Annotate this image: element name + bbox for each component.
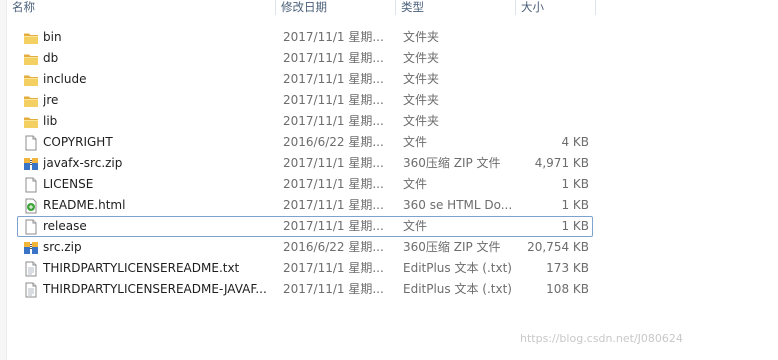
file-size: 173 KB (546, 261, 589, 275)
file-type: 文件夹 (403, 30, 440, 44)
file-icon (23, 135, 39, 151)
file-row[interactable]: THIRDPARTYLICENSEREADME-JAVAF... 2017/11/… (17, 279, 593, 300)
watermark: https://blog.csdn.net/J080624 (520, 332, 683, 345)
file-size: 1 KB (561, 198, 589, 212)
file-size: 1 KB (561, 219, 589, 233)
file-type: 360压缩 ZIP 文件 (403, 240, 501, 254)
navigation-pane-edge (0, 0, 7, 360)
file-name: src.zip (43, 240, 82, 254)
file-type: 360压缩 ZIP 文件 (403, 156, 501, 170)
column-header-size[interactable]: 大小 (516, 0, 596, 15)
file-date: 2017/11/1 星期... (283, 114, 384, 128)
file-name: release (43, 219, 87, 233)
file-name: README.html (43, 198, 126, 212)
file-date: 2017/11/1 星期... (283, 72, 384, 86)
file-name: include (43, 72, 87, 86)
file-date: 2017/11/1 星期... (283, 51, 384, 65)
file-date: 2017/11/1 星期... (283, 156, 384, 170)
file-icon (23, 219, 39, 235)
file-row[interactable]: jre 2017/11/1 星期... 文件夹 (17, 90, 593, 111)
file-size (523, 112, 589, 131)
file-name: LICENSE (43, 177, 94, 191)
folder-icon (23, 30, 39, 46)
html-icon (23, 198, 39, 214)
file-row[interactable]: release 2017/11/1 星期... 文件 1 KB (17, 216, 593, 237)
file-date: 2017/11/1 星期... (283, 177, 384, 191)
folder-icon (23, 93, 39, 109)
file-row[interactable]: README.html 2017/11/1 星期... 360 se HTML Do… (17, 195, 593, 216)
file-size (523, 49, 589, 68)
folder-icon (23, 114, 39, 130)
text-file-icon (23, 282, 39, 298)
file-name: jre (43, 93, 59, 107)
zip-icon (23, 156, 39, 172)
file-date: 2017/11/1 星期... (283, 219, 384, 233)
zip-icon (23, 240, 39, 256)
file-type: EditPlus 文本 (.txt) (403, 282, 512, 296)
file-row[interactable]: javafx-src.zip 2017/11/1 星期... 360压缩 ZIP 文… (17, 153, 593, 174)
file-type: 文件夹 (403, 72, 440, 86)
file-size: 108 KB (546, 282, 589, 296)
file-row[interactable]: LICENSE 2017/11/1 星期... 文件 1 KB (17, 174, 593, 195)
file-row[interactable]: bin 2017/11/1 星期... 文件夹 (17, 27, 593, 48)
file-date: 2017/11/1 星期... (283, 93, 384, 107)
file-type: 文件 (403, 177, 428, 191)
file-icon (23, 177, 39, 193)
file-date: 2016/6/22 星期... (283, 240, 384, 254)
file-name: THIRDPARTYLICENSEREADME.txt (43, 261, 240, 275)
column-header-name[interactable]: 名称 (7, 0, 276, 15)
file-size (523, 28, 589, 47)
file-type: EditPlus 文本 (.txt) (403, 261, 512, 275)
file-size: 1 KB (561, 177, 589, 191)
folder-icon (23, 72, 39, 88)
file-date: 2017/11/1 星期... (283, 282, 384, 296)
file-type: 文件夹 (403, 114, 440, 128)
file-type: 360 se HTML Do... (403, 198, 513, 212)
file-name: THIRDPARTYLICENSEREADME-JAVAF... (43, 282, 267, 296)
file-row[interactable]: db 2017/11/1 星期... 文件夹 (17, 48, 593, 69)
file-type: 文件夹 (403, 93, 440, 107)
file-type: 文件 (403, 219, 428, 233)
file-size: 20,754 KB (527, 240, 589, 254)
file-size: 4,971 KB (534, 156, 589, 170)
file-date: 2016/6/22 星期... (283, 135, 384, 149)
file-date: 2017/11/1 星期... (283, 261, 384, 275)
file-row[interactable]: include 2017/11/1 星期... 文件夹 (17, 69, 593, 90)
file-row[interactable]: COPYRIGHT 2016/6/22 星期... 文件 4 KB (17, 132, 593, 153)
file-name: lib (43, 114, 58, 128)
file-type: 文件夹 (403, 51, 440, 65)
folder-icon (23, 51, 39, 67)
file-type: 文件 (403, 135, 428, 149)
file-name: COPYRIGHT (43, 135, 113, 149)
file-date: 2017/11/1 星期... (283, 30, 384, 44)
file-size: 4 KB (561, 135, 589, 149)
file-name: bin (43, 30, 62, 44)
column-header-date[interactable]: 修改日期 (276, 0, 396, 15)
file-size (523, 70, 589, 89)
column-header-type[interactable]: 类型 (396, 0, 516, 15)
file-row[interactable]: src.zip 2016/6/22 星期... 360压缩 ZIP 文件 20,754… (17, 237, 593, 258)
file-name: db (43, 51, 59, 65)
file-row[interactable]: lib 2017/11/1 星期... 文件夹 (17, 111, 593, 132)
text-file-icon (23, 261, 39, 277)
file-row[interactable]: THIRDPARTYLICENSEREADME.txt 2017/11/1 星期.… (17, 258, 593, 279)
file-name: javafx-src.zip (43, 156, 123, 170)
file-date: 2017/11/1 星期... (283, 198, 384, 212)
file-size (523, 91, 589, 110)
